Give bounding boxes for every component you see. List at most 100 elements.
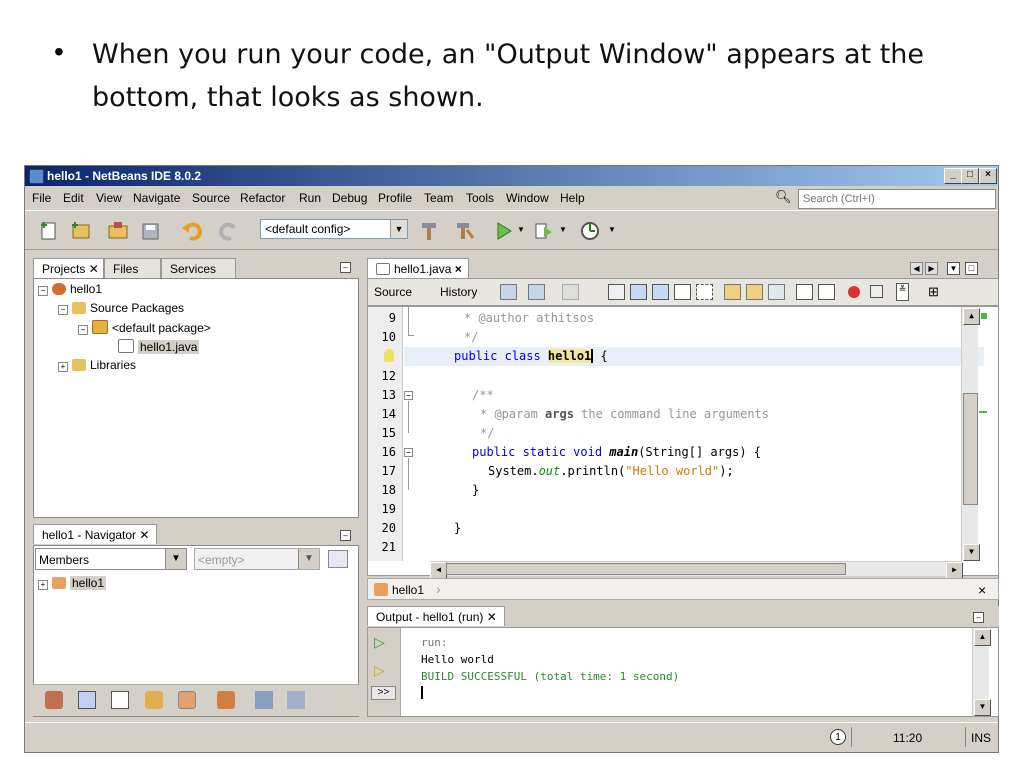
maximize-button[interactable]: □: [961, 168, 979, 184]
scroll-right-icon[interactable]: ▶: [946, 562, 963, 579]
output-vertical-scrollbar[interactable]: ▲ ▼: [972, 628, 991, 716]
error-stripe-ok-icon[interactable]: [981, 313, 987, 319]
split-editor-icon[interactable]: ⊞: [928, 284, 939, 300]
new-file-icon[interactable]: [37, 220, 61, 242]
find-previous-icon[interactable]: [630, 284, 647, 300]
filter-members-icon[interactable]: [178, 691, 196, 709]
tree-source-packages[interactable]: − Source Packages: [58, 301, 184, 315]
scroll-up-icon[interactable]: ▲: [963, 308, 980, 325]
tree-libraries[interactable]: + Libraries: [58, 358, 136, 372]
members-view-icon[interactable]: [328, 550, 348, 568]
toggle-bookmark-icon[interactable]: [768, 284, 785, 300]
tab-navigator[interactable]: hello1 - Navigator ✕: [33, 524, 157, 544]
chevron-down-icon[interactable]: ▼: [390, 220, 407, 238]
close-icon[interactable]: ✕: [89, 262, 99, 276]
tab-services[interactable]: Services: [161, 258, 236, 278]
build-hammer-icon[interactable]: [417, 220, 441, 242]
menu-file[interactable]: File: [32, 191, 51, 205]
scroll-left-icon[interactable]: ◀: [430, 562, 447, 579]
filter-nonpublic-icon[interactable]: [145, 691, 163, 709]
rectangular-selection-icon[interactable]: [696, 284, 713, 300]
undo-icon[interactable]: [180, 220, 204, 242]
tab-history[interactable]: History: [440, 285, 477, 299]
minimize-panel-icon[interactable]: –: [340, 530, 351, 541]
toggle-highlight-icon[interactable]: [674, 284, 691, 300]
scroll-down-icon[interactable]: ▼: [963, 544, 980, 561]
redo-icon[interactable]: [217, 220, 241, 242]
save-all-icon[interactable]: [139, 220, 163, 242]
start-macro-icon[interactable]: [848, 286, 860, 298]
menu-tools[interactable]: Tools: [466, 191, 494, 205]
filter-static-icon[interactable]: [111, 691, 129, 709]
sort-by-source-icon[interactable]: [287, 691, 305, 709]
tab-source[interactable]: Source: [374, 285, 412, 299]
scroll-up-icon[interactable]: ▲: [974, 629, 991, 646]
sort-by-name-icon[interactable]: [255, 691, 273, 709]
rerun-with-options-icon[interactable]: ▷: [374, 662, 385, 679]
more-options-button[interactable]: >>: [371, 686, 396, 700]
breadcrumb-item[interactable]: hello1: [392, 583, 424, 597]
minimize-button[interactable]: _: [944, 168, 962, 184]
debug-dropdown-icon[interactable]: ▼: [559, 225, 567, 234]
close-icon[interactable]: ✕: [139, 528, 149, 542]
scroll-tabs-left-icon[interactable]: ◀: [910, 262, 923, 275]
shift-right-icon[interactable]: [818, 284, 835, 300]
tab-hello1-java[interactable]: hello1.java ×: [367, 258, 469, 278]
editor-vertical-scrollbar[interactable]: ▲ ▼: [961, 307, 980, 561]
members-select[interactable]: Members ▼: [35, 548, 187, 570]
scroll-tabs-right-icon[interactable]: ▶: [925, 262, 938, 275]
navigator-class-node[interactable]: + hello1: [38, 576, 107, 590]
scroll-down-icon[interactable]: ▼: [974, 699, 991, 716]
comment-icon[interactable]: ≚: [896, 283, 909, 301]
fold-toggle-icon[interactable]: −: [404, 391, 413, 400]
minimize-panel-icon[interactable]: –: [340, 262, 351, 273]
back-icon[interactable]: [528, 284, 545, 300]
close-icon[interactable]: ×: [978, 582, 986, 598]
scroll-thumb[interactable]: [963, 393, 978, 505]
shift-left-icon[interactable]: [796, 284, 813, 300]
menu-window[interactable]: Window: [506, 191, 549, 205]
profile-dropdown-icon[interactable]: ▼: [608, 225, 616, 234]
chevron-right-icon[interactable]: ›: [436, 581, 441, 597]
open-project-icon[interactable]: [106, 220, 130, 242]
menu-edit[interactable]: Edit: [63, 191, 84, 205]
menu-view[interactable]: View: [96, 191, 122, 205]
tree-file[interactable]: hello1.java: [118, 339, 200, 354]
tab-files[interactable]: Files: [104, 258, 161, 278]
find-icon[interactable]: [608, 284, 625, 300]
error-stripe-mark[interactable]: [979, 411, 987, 413]
filter-inherited-icon[interactable]: [45, 691, 63, 709]
close-icon[interactable]: ✕: [487, 610, 497, 624]
filter-fqn-icon[interactable]: [217, 691, 235, 709]
close-icon[interactable]: ×: [455, 262, 462, 276]
last-edit-icon[interactable]: [500, 284, 517, 300]
menu-team[interactable]: Team: [424, 191, 453, 205]
new-project-icon[interactable]: [69, 220, 93, 242]
tree-project[interactable]: − hello1: [38, 282, 102, 296]
code-editor[interactable]: 9 10 12 13 14 15 16 17 18 19 20 21 − − *…: [367, 306, 999, 579]
menu-run[interactable]: Run: [299, 191, 321, 205]
config-select[interactable]: <default config> ▼: [260, 219, 408, 239]
debug-icon[interactable]: [532, 220, 556, 242]
chevron-down-icon[interactable]: ▼: [298, 549, 319, 569]
previous-bookmark-icon[interactable]: [724, 284, 741, 300]
stop-macro-icon[interactable]: [870, 285, 883, 298]
menu-navigate[interactable]: Navigate: [133, 191, 180, 205]
tab-output[interactable]: Output - hello1 (run) ✕: [367, 606, 505, 626]
maximize-editor-icon[interactable]: □: [965, 262, 978, 275]
filter-select[interactable]: <empty> ▼: [194, 548, 320, 570]
documents-dropdown-icon[interactable]: ▼: [947, 262, 960, 275]
menu-source[interactable]: Source: [192, 191, 230, 205]
search-input[interactable]: Search (Ctrl+I): [798, 189, 996, 209]
run-icon[interactable]: [492, 220, 516, 242]
tree-default-package[interactable]: − <default package>: [78, 320, 211, 335]
menu-profile[interactable]: Profile: [378, 191, 412, 205]
search-icon[interactable]: 🔍︎: [775, 189, 799, 209]
menu-refactor[interactable]: Refactor: [240, 191, 285, 205]
rerun-icon[interactable]: ▷: [374, 634, 385, 651]
next-bookmark-icon[interactable]: [746, 284, 763, 300]
notifications-icon[interactable]: 1: [830, 729, 846, 745]
insert-mode[interactable]: INS: [971, 731, 991, 745]
menu-debug[interactable]: Debug: [332, 191, 367, 205]
scroll-thumb[interactable]: [446, 563, 846, 575]
